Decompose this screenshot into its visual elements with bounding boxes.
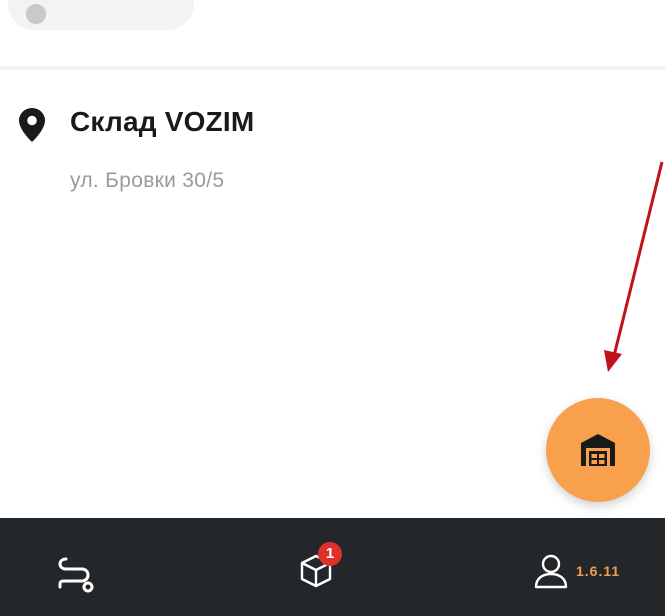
nav-orders-button[interactable]: 1 — [290, 542, 350, 598]
warehouse-fab-button[interactable] — [546, 398, 650, 502]
warehouse-title: Склад VOZIM — [70, 106, 255, 137]
nav-routes-button[interactable] — [52, 554, 100, 594]
chip-dot-icon — [26, 4, 46, 24]
app-version: 1.6.11 — [576, 563, 621, 579]
warehouse-address: ул. Бровки 30/5 — [70, 169, 225, 192]
orders-count-badge: 1 — [318, 542, 342, 566]
annotation-arrow — [604, 161, 664, 372]
user-icon — [534, 554, 568, 589]
warehouse-icon — [581, 434, 615, 466]
section-divider — [0, 66, 665, 70]
nav-profile-button[interactable]: 1.6.11 — [532, 550, 652, 594]
location-pin-icon — [19, 108, 45, 142]
app-screen: Склад VOZIM ул. Бровки 30/5 1 1.6.11 — [0, 0, 665, 616]
route-icon — [58, 557, 94, 593]
bottom-navigation: 1 1.6.11 — [0, 518, 665, 616]
top-section — [0, 0, 665, 66]
top-chip[interactable] — [8, 0, 194, 30]
